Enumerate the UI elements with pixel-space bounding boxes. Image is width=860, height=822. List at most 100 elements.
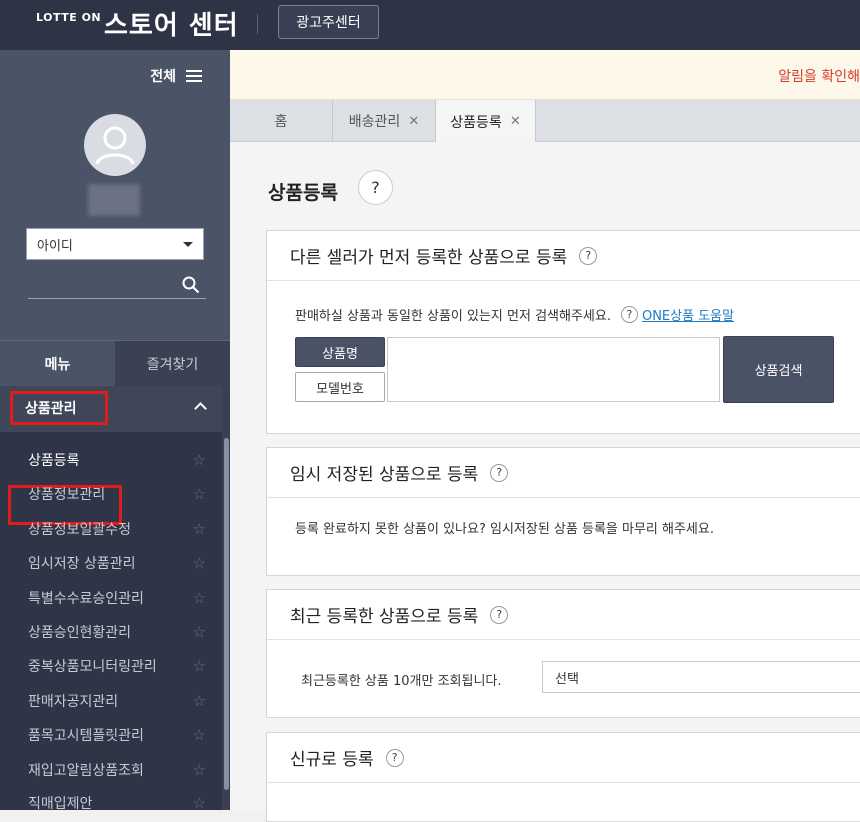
sidebar-item-approval-status[interactable]: 상품승인현황관리 ☆ <box>0 615 222 649</box>
menu-list: 상품관리 상품등록 ☆ 상품정보관리 ☆ 상품정보일괄수정 ☆ 임시저장 상품관리 ☆ … <box>0 386 230 812</box>
select-value: 선택 <box>555 671 579 687</box>
star-icon[interactable]: ☆ <box>193 794 206 812</box>
help-icon[interactable]: ? <box>579 246 598 265</box>
search-icon[interactable] <box>182 276 200 294</box>
star-icon[interactable]: ☆ <box>193 554 206 572</box>
section-header: 임시 저장된 상품으로 등록 ? <box>267 448 860 498</box>
star-icon[interactable]: ☆ <box>193 520 206 538</box>
recent-products-select[interactable]: 선택 <box>542 661 860 693</box>
tab-delivery[interactable]: 배송관리 ✕ <box>333 100 436 142</box>
tab-menu[interactable]: 메뉴 <box>0 340 115 386</box>
sidebar-item-label: 특별수수료승인관리 <box>28 591 144 607</box>
all-menu-button[interactable]: 전체 <box>150 66 202 86</box>
help-icon[interactable]: ? <box>385 748 404 767</box>
sidebar-item-label: 상품등록 <box>28 453 80 469</box>
tab-label: 상품등록 <box>450 114 502 131</box>
star-icon[interactable]: ☆ <box>193 761 206 779</box>
sidebar: 전체 아이디 메뉴 즐겨찾기 상품관리 상품등록 ☆ 상품정보관리 ☆ 상품정보… <box>0 50 230 812</box>
sidebar-item-duplicate-monitor[interactable]: 중복상품모니터링관리 ☆ <box>0 649 222 683</box>
sidebar-item-label: 상품승인현황관리 <box>28 625 132 641</box>
section-recent: 최근 등록한 상품으로 등록 ? 최근등록한 상품 10개만 조회됩니다. 선택 <box>266 589 860 718</box>
section-body: 등록 완료하지 못한 상품이 있나요? 임시저장된 상품 등록을 마무리 해주세… <box>267 498 860 575</box>
close-icon[interactable]: ✕ <box>408 114 419 129</box>
sidebar-item-label: 재입고알림상품조회 <box>28 763 144 779</box>
main-content: 상품등록 ? 다른 셀러가 먼저 등록한 상품으로 등록 ? 판매하실 상품과 … <box>230 142 860 822</box>
sidebar-item-label: 품목고시템플릿관리 <box>28 728 144 744</box>
instruction-text: 판매하실 상품과 동일한 상품이 있는지 먼저 검색해주세요. <box>295 309 611 324</box>
star-icon[interactable]: ☆ <box>193 485 206 503</box>
advertiser-center-button[interactable]: 광고주센터 <box>278 5 379 39</box>
notice-bar: 알림을 확인해 <box>230 50 860 100</box>
sidebar-item-temp-saved[interactable]: 임시저장 상품관리 ☆ <box>0 546 222 580</box>
temp-saved-text: 등록 완료하지 못한 상품이 있나요? 임시저장된 상품 등록을 마무리 해주세… <box>295 522 714 537</box>
sidebar-item-seller-notice[interactable]: 판매자공지관리 ☆ <box>0 684 222 718</box>
star-icon[interactable]: ☆ <box>193 451 206 469</box>
section-body: 최근등록한 상품 10개만 조회됩니다. 선택 <box>267 640 860 717</box>
section-temp-saved: 임시 저장된 상품으로 등록 ? 등록 완료하지 못한 상품이 있나요? 임시저… <box>266 447 860 576</box>
section-body: 판매하실 상품과 동일한 상품이 있는지 먼저 검색해주세요. ? ONE상품 … <box>267 281 860 433</box>
sidebar-item-direct-purchase[interactable]: 직매입제안 ☆ <box>0 786 222 820</box>
section-title: 다른 셀러가 먼저 등록한 상품으로 등록 <box>290 248 568 268</box>
sidebar-item-label: 임시저장 상품관리 <box>28 556 136 572</box>
user-icon <box>95 126 135 165</box>
star-icon[interactable]: ☆ <box>193 589 206 607</box>
tab-label: 배송관리 <box>348 114 401 130</box>
scrollbar-thumb[interactable] <box>224 438 229 790</box>
tab-label: 홈 <box>274 114 288 130</box>
help-icon[interactable]: ? <box>490 463 509 482</box>
product-name-button[interactable]: 상품명 <box>295 337 385 367</box>
notice-text[interactable]: 알림을 확인해 <box>778 66 860 86</box>
close-icon[interactable]: ✕ <box>510 114 521 129</box>
section-existing-product: 다른 셀러가 먼저 등록한 상품으로 등록 ? 판매하실 상품과 동일한 상품이… <box>266 230 860 434</box>
section-new: 신규로 등록 ? <box>266 732 860 822</box>
caret-down-icon <box>183 241 193 247</box>
sidebar-item-label: 상품정보일괄수정 <box>28 522 132 538</box>
sidebar-item-label: 상품정보관리 <box>28 487 106 503</box>
sidebar-item-product-register[interactable]: 상품등록 ☆ <box>0 443 222 477</box>
help-icon[interactable]: ? <box>490 605 509 624</box>
star-icon[interactable]: ☆ <box>193 623 206 641</box>
section-title: 신규로 등록 <box>290 750 374 770</box>
page-title: 상품등록 <box>268 182 338 204</box>
hamburger-icon <box>186 70 202 82</box>
top-bar: LOTTE ON 스토어 센터 광고주센터 <box>0 0 860 50</box>
product-search-button[interactable]: 상품검색 <box>723 336 834 403</box>
help-icon[interactable]: ? <box>620 306 638 323</box>
one-product-help-link[interactable]: ONE상품 도움말 <box>642 305 734 324</box>
sidebar-item-label: 판매자공지관리 <box>28 694 119 710</box>
avatar <box>84 114 146 176</box>
instruction-row: 판매하실 상품과 동일한 상품이 있는지 먼저 검색해주세요. ? ONE상품 … <box>295 305 734 324</box>
help-icon[interactable]: ? <box>358 170 393 205</box>
tab-favorites[interactable]: 즐겨찾기 <box>115 340 230 386</box>
divider <box>257 14 258 34</box>
sidebar-item-product-info[interactable]: 상품정보관리 ☆ <box>0 477 222 511</box>
logo-store-center[interactable]: 스토어 센터 <box>104 5 239 42</box>
id-select[interactable]: 아이디 <box>26 228 204 260</box>
search-input[interactable] <box>28 298 206 299</box>
sidebar-item-special-fee[interactable]: 특별수수료승인관리 ☆ <box>0 581 222 615</box>
section-header: 신규로 등록 ? <box>267 733 860 783</box>
model-number-button[interactable]: 모델번호 <box>295 372 385 402</box>
search-textarea[interactable] <box>387 337 720 402</box>
star-icon[interactable]: ☆ <box>193 726 206 744</box>
star-icon[interactable]: ☆ <box>193 657 206 675</box>
sidebar-item-template[interactable]: 품목고시템플릿관리 ☆ <box>0 718 222 752</box>
section-header: 다른 셀러가 먼저 등록한 상품으로 등록 ? <box>267 231 860 281</box>
star-icon[interactable]: ☆ <box>193 692 206 710</box>
sidebar-item-label: 직매입제안 <box>28 796 93 812</box>
sidebar-item-bulk-edit[interactable]: 상품정보일괄수정 ☆ <box>0 512 222 546</box>
sidebar-item-label: 중복상품모니터링관리 <box>28 659 157 675</box>
section-title: 최근 등록한 상품으로 등록 <box>290 607 479 627</box>
menu-section-product-management[interactable]: 상품관리 <box>0 386 222 432</box>
section-title: 임시 저장된 상품으로 등록 <box>290 465 479 485</box>
tab-home[interactable]: 홈 <box>230 100 333 142</box>
page-tab-bar: 홈 배송관리 ✕ 상품등록 ✕ <box>230 100 860 143</box>
logo-brand[interactable]: LOTTE ON <box>36 11 101 24</box>
tab-product-register[interactable]: 상품등록 ✕ <box>436 100 536 143</box>
sidebar-tabs: 메뉴 즐겨찾기 <box>0 340 230 386</box>
section-header: 최근 등록한 상품으로 등록 ? <box>267 590 860 640</box>
id-select-value: 아이디 <box>37 238 73 254</box>
sidebar-item-restock[interactable]: 재입고알림상품조회 ☆ <box>0 753 222 787</box>
menu-section-title: 상품관리 <box>10 391 108 425</box>
user-name-blurred <box>88 184 140 216</box>
